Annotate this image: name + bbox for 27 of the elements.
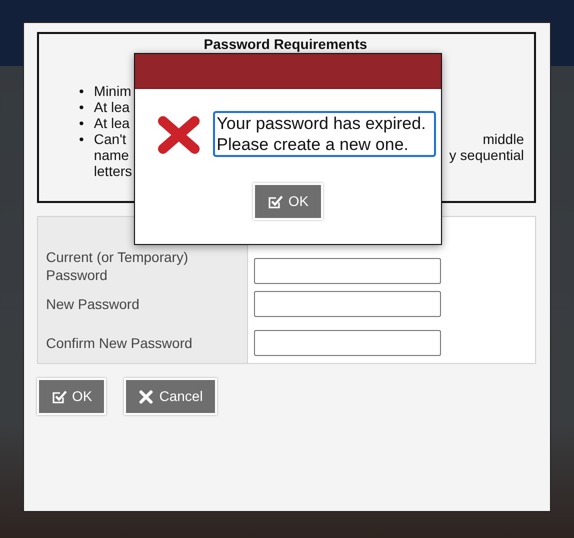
bullet-icon: •: [79, 131, 84, 179]
requirement-text: At lea: [94, 115, 130, 131]
requirement-text: name: [94, 147, 129, 163]
requirements-title: Password Requirements: [202, 36, 368, 52]
error-icon: [157, 113, 201, 155]
check-icon: [267, 194, 284, 210]
requirement-text: y sequential: [449, 147, 524, 163]
field-label: Current (or Temporary) Password: [46, 248, 190, 284]
password-field[interactable]: [254, 330, 441, 356]
requirement-text: letters: [94, 163, 132, 179]
bullet-icon: •: [79, 83, 84, 99]
password-field[interactable]: [254, 291, 441, 317]
field-label: New Password: [46, 295, 140, 313]
check-icon: [51, 388, 67, 404]
ok-button[interactable]: OK: [253, 183, 323, 220]
requirement-text: At lea: [94, 99, 130, 115]
field-label: Confirm New Password: [46, 334, 192, 352]
close-icon: [138, 388, 154, 404]
requirement-text: middle: [482, 131, 524, 147]
requirement-text: Can't: [94, 131, 126, 147]
requirement-text: Minim: [94, 83, 132, 99]
cancel-button[interactable]: Cancel: [124, 378, 217, 415]
bullet-icon: •: [79, 99, 84, 115]
password-field[interactable]: [254, 258, 441, 284]
ok-button[interactable]: OK: [37, 378, 106, 415]
bullet-icon: •: [79, 115, 84, 131]
alert-message: Your password has expired. Please create a new one.: [212, 111, 436, 157]
